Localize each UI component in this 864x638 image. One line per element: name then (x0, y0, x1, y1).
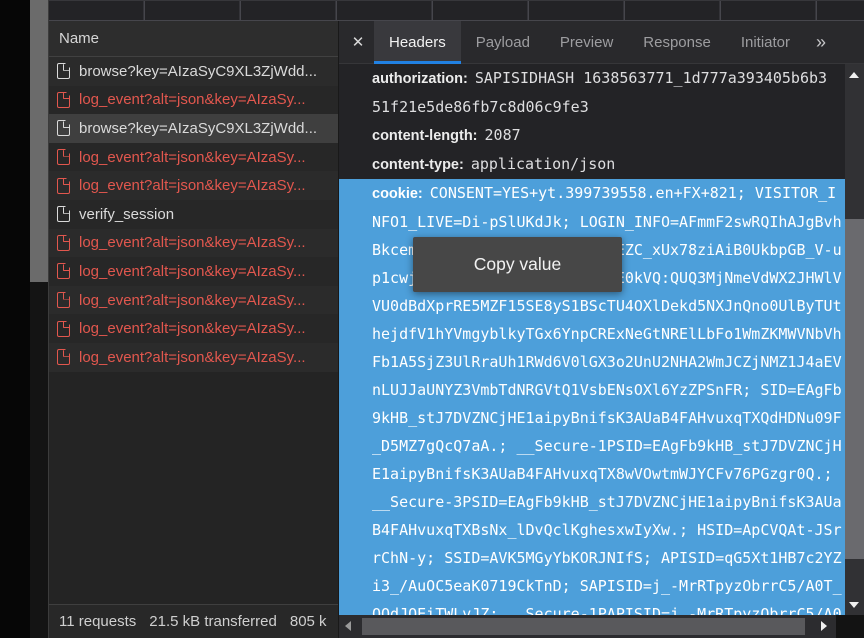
file-icon (57, 235, 70, 251)
file-icon (57, 263, 70, 279)
header-name: content-length: (372, 128, 478, 144)
tab-response[interactable]: Response (628, 21, 726, 63)
header-value-line: 9kHB_stJ7DVZNCjHE1aipyBnifsK3AUaB4FAHvux… (372, 409, 842, 427)
transferred-size: 21.5 kB transferred (149, 613, 277, 630)
request-name: log_event?alt=json&key=AIzaSy... (79, 320, 306, 337)
request-row[interactable]: log_event?alt=json&key=AIzaSy... (49, 143, 338, 172)
tab-initiator[interactable]: Initiator (726, 21, 805, 63)
tab-preview[interactable]: Preview (545, 21, 628, 63)
network-requests-panel: Name browse?key=AIzaSyC9XL3ZjWdd... log_e… (49, 21, 338, 638)
request-name: log_event?alt=json&key=AIzaSy... (79, 177, 306, 194)
request-name: browse?key=AIzaSyC9XL3ZjWdd... (79, 120, 317, 137)
request-row[interactable]: log_event?alt=json&key=AIzaSy... (49, 171, 338, 200)
network-status-bar: 11 requests 21.5 kB transferred 805 k (49, 604, 338, 638)
request-row[interactable]: log_event?alt=json&key=AIzaSy... (49, 343, 338, 372)
context-menu: Copy value (413, 237, 622, 292)
request-name: log_event?alt=json&key=AIzaSy... (79, 234, 306, 251)
request-name: browse?key=AIzaSyC9XL3ZjWdd... (79, 63, 317, 80)
horizontal-scrollbar-thumb[interactable] (362, 618, 805, 635)
header-value-line: nLUJJaUNYZ3VmbTdNRGVtQ1VsbENsOXl6YzZPSnF… (372, 381, 842, 399)
header-value-line: application/json (471, 155, 616, 173)
more-tabs-icon[interactable]: » (816, 32, 826, 53)
request-row[interactable]: verify_session (49, 200, 338, 229)
file-icon (57, 292, 70, 308)
request-name: verify_session (79, 206, 174, 223)
scroll-left-arrow-icon[interactable] (345, 621, 351, 631)
file-icon (57, 120, 70, 136)
scroll-right-arrow-icon[interactable] (821, 621, 827, 631)
resources-size: 805 k (290, 613, 327, 630)
header-entry-content-length: content-length: 2087 (372, 121, 845, 150)
file-icon (57, 92, 70, 108)
header-value-line: 51f21e5de86fb7c8d06c9fe3 (372, 98, 589, 116)
header-value-line: Fb1A5SjZ3UlRraUh1RWd6V0lGX3o2UnU2NHA2WmJ… (372, 353, 842, 371)
devtools-window: Name browse?key=AIzaSyC9XL3ZjWdd... log_e… (48, 0, 864, 638)
header-value-line: 2087 (485, 126, 521, 144)
request-name: log_event?alt=json&key=AIzaSy... (79, 263, 306, 280)
request-name: log_event?alt=json&key=AIzaSy... (79, 149, 306, 166)
details-tab-bar: ✕ HeadersPayloadPreviewResponseInitiator… (339, 21, 864, 64)
request-list: browse?key=AIzaSyC9XL3ZjWdd... log_event?… (49, 57, 338, 372)
header-value-line: __Secure-3PSID=EAgFb9kHB_stJ7DVZNCjHE1ai… (372, 493, 842, 511)
header-name: cookie: (372, 186, 423, 202)
file-icon (57, 178, 70, 194)
network-overview-strip[interactable] (49, 0, 864, 21)
header-value-line: NFO1_LIVE=Di-pSlUKdJk; LOGIN_INFO=AFmmF2… (372, 213, 842, 231)
header-value-line: i3_/AuOC5eaK0719CkTnD; SAPISID=j_-MrRTpy… (372, 577, 842, 595)
vertical-scrollbar[interactable] (845, 64, 864, 615)
header-name: content-type: (372, 157, 464, 173)
background-page-scrollbar-thumb[interactable] (30, 0, 48, 282)
request-row[interactable]: log_event?alt=json&key=AIzaSy... (49, 314, 338, 343)
file-icon (57, 63, 70, 79)
request-row[interactable]: log_event?alt=json&key=AIzaSy... (49, 229, 338, 258)
horizontal-scrollbar[interactable] (339, 615, 836, 638)
header-value-line: rChN-y; SSID=AVK5MGyYbKORJNIfS; APISID=q… (372, 549, 842, 567)
name-column-header[interactable]: Name (49, 21, 338, 57)
header-value-line: hejdfV1hYVmgyblkyTGx6YnpCRExNeGtNRElLbFo… (372, 325, 842, 343)
vertical-scrollbar-thumb[interactable] (845, 219, 864, 559)
header-value-line: _D5MZ7gQcQ7aA.; __Secure-1PSID=EAgFb9kHB… (372, 437, 842, 455)
background-page-scrollbar-track (30, 282, 48, 638)
request-row[interactable]: log_event?alt=json&key=AIzaSy... (49, 86, 338, 115)
file-icon (57, 206, 70, 222)
tab-payload[interactable]: Payload (461, 21, 545, 63)
header-name: authorization: (372, 71, 468, 87)
request-row[interactable]: browse?key=AIzaSyC9XL3ZjWdd... (49, 114, 338, 143)
file-icon (57, 349, 70, 365)
scroll-down-arrow-icon[interactable] (849, 602, 859, 608)
file-icon (57, 321, 70, 337)
scrollbar-corner (836, 615, 864, 638)
header-value-line: SAPISIDHASH 1638563771_1d777a393405b6b3 (475, 69, 827, 87)
tab-headers[interactable]: Headers (374, 21, 461, 63)
scroll-up-arrow-icon[interactable] (849, 72, 859, 78)
request-name: log_event?alt=json&key=AIzaSy... (79, 91, 306, 108)
header-value-line: QOdJQEiTWLvJZ; __Secure-1PAPISID=j_-MrRT… (372, 605, 842, 615)
header-value-line: VU0dBdXprRE5MZF15SE8yS1BScTU4OXlDekd5NXJ… (372, 297, 842, 315)
header-entry-content-type: content-type: application/json (372, 150, 845, 179)
file-icon (57, 149, 70, 165)
close-icon[interactable]: ✕ (342, 21, 374, 63)
request-name: log_event?alt=json&key=AIzaSy... (79, 349, 306, 366)
request-details-panel: ✕ HeadersPayloadPreviewResponseInitiator… (338, 21, 864, 638)
requests-count: 11 requests (59, 613, 136, 630)
header-value-line: B4FAHvuxqTXBsNx_lDvQclKghesxwIyXw.; HSID… (372, 521, 842, 539)
context-menu-item-copy-value[interactable]: Copy value (474, 254, 562, 275)
tab-strip: HeadersPayloadPreviewResponseInitiator (374, 21, 805, 63)
header-value-line: E1aipyBnifsK3AUaB4FAHvuxqTX8wVOwtmWJYCFv… (372, 465, 833, 483)
request-row[interactable]: log_event?alt=json&key=AIzaSy... (49, 257, 338, 286)
request-row[interactable]: browse?key=AIzaSyC9XL3ZjWdd... (49, 57, 338, 86)
header-value-line: CONSENT=YES+yt.399739558.en+FX+821; VISI… (430, 184, 836, 202)
request-name: log_event?alt=json&key=AIzaSy... (79, 292, 306, 309)
request-row[interactable]: log_event?alt=json&key=AIzaSy... (49, 286, 338, 315)
header-entry-authorization: authorization: SAPISIDHASH 1638563771_1d7… (372, 64, 845, 121)
headers-content: authorization: SAPISIDHASH 1638563771_1d7… (339, 64, 845, 615)
